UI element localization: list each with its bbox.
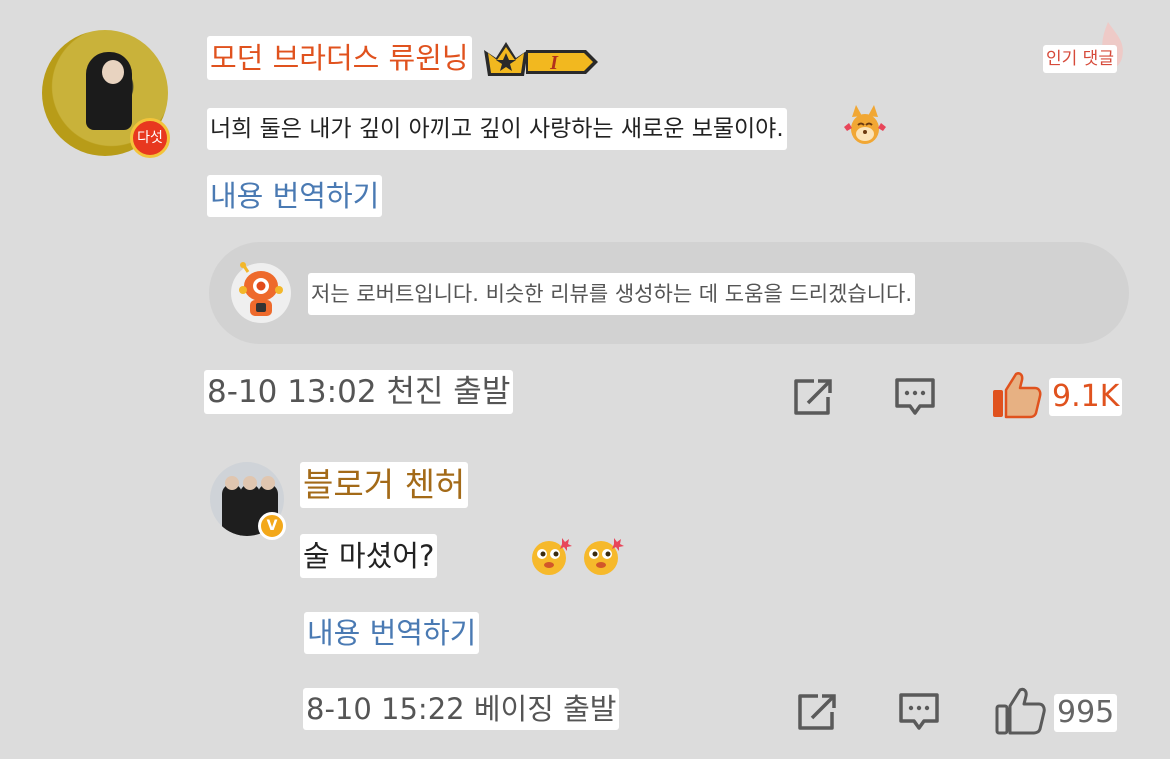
smirk-face-icon: [584, 538, 624, 575]
username[interactable]: 모던 브라더스 류윈닝: [207, 36, 472, 80]
share-icon[interactable]: [790, 375, 836, 419]
popular-comment-tag: 인기 댓글: [1043, 45, 1117, 73]
reply-meta: 8-10 15:22 베이징 출발: [303, 688, 620, 730]
like-count: 9.1K: [1049, 378, 1123, 416]
comment-text: 너희 둘은 내가 깊이 아끼고 깊이 사랑하는 새로운 보물이야.: [207, 108, 787, 150]
crown-badge-icon: I: [484, 42, 598, 76]
share-icon[interactable]: [794, 690, 840, 734]
robot-avatar-icon: [231, 262, 291, 323]
comment-meta: 8-10 13:02 천진 출발: [204, 370, 514, 414]
thumbs-up-icon[interactable]: [990, 370, 1042, 420]
rank-badge-text: I: [549, 52, 559, 74]
robot-suggestion-text: 저는 로버트입니다. 비슷한 리뷰를 생성하는 데 도움을 드리겠습니다.: [308, 273, 916, 315]
thumbs-up-icon[interactable]: [994, 686, 1046, 736]
level-badge: 다섯: [130, 118, 170, 158]
smirk-face-icon: [532, 538, 572, 575]
reply-username[interactable]: 블로거 첸허: [300, 462, 469, 508]
reply-text: 술 마셨어?: [300, 534, 438, 578]
verified-badge: V: [258, 512, 286, 540]
reply-translate-link[interactable]: 내용 번역하기: [304, 612, 480, 654]
translate-link[interactable]: 내용 번역하기: [207, 175, 383, 217]
reply-like-count: 995: [1054, 694, 1118, 732]
comment-icon[interactable]: [892, 375, 938, 419]
dog-sticker-icon: [844, 105, 886, 144]
comment-icon[interactable]: [896, 690, 942, 734]
